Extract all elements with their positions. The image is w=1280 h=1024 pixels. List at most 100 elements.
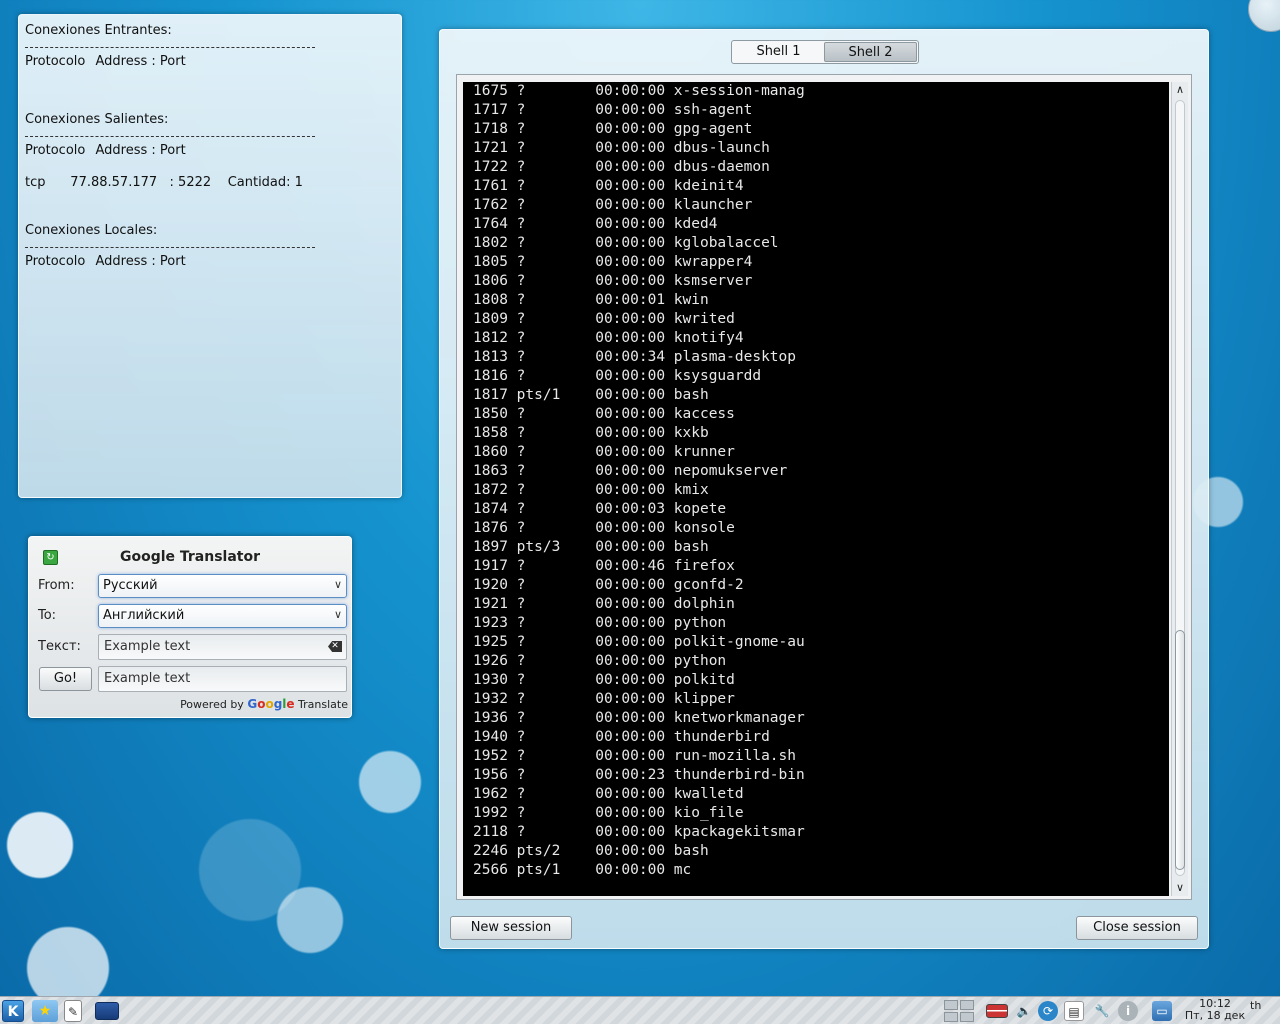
process-line: 1936 ? 00:00:00 knetworkmanager <box>473 710 805 726</box>
chevron-down-icon: ∨ <box>333 578 342 591</box>
kde-menu-button[interactable]: K <box>2 1000 24 1022</box>
connection-protocol: tcp <box>25 175 46 190</box>
process-line: 2246 pts/2 00:00:00 bash <box>473 843 709 859</box>
process-line: 1805 ? 00:00:00 kwrapper4 <box>473 254 753 270</box>
process-line: 1802 ? 00:00:00 kglobalaccel <box>473 235 779 251</box>
network-icon[interactable]: ⟳ <box>1038 1001 1058 1021</box>
taskbar: K ★ ✎ 🔈 ⟳ ▤ 🔧 i ▭ 10:12 Пт, 18 дек th <box>0 996 1280 1024</box>
process-line: 1962 ? 00:00:00 kwalletd <box>473 786 744 802</box>
session-tabs: Shell 1 Shell 2 <box>731 40 919 64</box>
powered-by-google[interactable]: Powered by Google Translate <box>180 697 348 711</box>
text-label: Текст: <box>38 639 81 654</box>
system-monitor-icon[interactable]: ▭ <box>1152 1001 1172 1021</box>
protocol-column: Protocolo <box>25 254 86 269</box>
process-line: 2566 pts/1 00:00:00 mc <box>473 862 692 878</box>
clock-date: Пт, 18 дек <box>1184 1009 1246 1022</box>
tab-shell-2[interactable]: Shell 2 <box>824 42 917 62</box>
volume-icon[interactable]: 🔈 <box>1014 1001 1034 1021</box>
incoming-heading: Conexiones Entrantes: <box>25 23 172 38</box>
translate-label: Translate <box>298 698 348 711</box>
outgoing-columns: Protocolo Address : Port <box>25 141 395 161</box>
terminal-output[interactable]: 1675 ? 00:00:00 x-session-manag 1717 ? 00… <box>463 82 1169 896</box>
close-session-button[interactable]: Close session <box>1076 916 1198 940</box>
process-line: 1762 ? 00:00:00 klauncher <box>473 197 753 213</box>
from-label: From: <box>38 578 75 593</box>
scroll-up-icon[interactable]: ∧ <box>1172 82 1188 98</box>
clock[interactable]: 10:12 Пт, 18 дек <box>1180 998 1250 1022</box>
process-line: 1921 ? 00:00:00 dolphin <box>473 596 735 612</box>
clear-icon[interactable]: ✕ <box>328 641 342 652</box>
text-editor-icon[interactable]: ✎ <box>64 1000 82 1022</box>
local-heading: Conexiones Locales: <box>25 223 158 238</box>
incoming-columns: Protocolo Address : Port <box>25 52 395 72</box>
to-label: To: <box>38 608 57 623</box>
info-icon[interactable]: i <box>1118 1001 1138 1021</box>
process-line: 1721 ? 00:00:00 dbus-launch <box>473 140 770 156</box>
protocol-column: Protocolo <box>25 54 86 69</box>
desktop-pager[interactable] <box>944 1000 974 1022</box>
process-line: 1806 ? 00:00:00 ksmserver <box>473 273 753 289</box>
process-line: 1809 ? 00:00:00 kwrited <box>473 311 735 327</box>
show-desktop-icon[interactable] <box>95 1002 119 1020</box>
go-button[interactable]: Go! <box>39 667 92 691</box>
pager-desktop-4[interactable] <box>960 1012 974 1022</box>
process-line: 1860 ? 00:00:00 krunner <box>473 444 735 460</box>
to-language-select[interactable]: Английский ∨ <box>98 604 347 628</box>
wrench-icon[interactable]: 🔧 <box>1092 1001 1112 1021</box>
process-line: 1816 ? 00:00:00 ksysguardd <box>473 368 762 384</box>
process-line: 1897 pts/3 00:00:00 bash <box>473 539 709 555</box>
process-line: 1923 ? 00:00:00 python <box>473 615 727 631</box>
from-language-select[interactable]: Русский ∨ <box>98 574 347 598</box>
process-line: 1872 ? 00:00:00 kmix <box>473 482 709 498</box>
connection-port: : 5222 <box>169 175 212 190</box>
scroll-down-icon[interactable]: ∨ <box>1172 880 1188 896</box>
terminal-scrollbar[interactable]: ∧ ∨ <box>1171 82 1188 896</box>
process-line: 1930 ? 00:00:00 polkitd <box>473 672 735 688</box>
process-line: 1764 ? 00:00:00 kded4 <box>473 216 718 232</box>
desktop-cashew[interactable] <box>1248 0 1280 32</box>
local-columns: Protocolo Address : Port <box>25 252 395 272</box>
translation-output[interactable]: Example text <box>98 666 347 692</box>
outgoing-heading: Conexiones Salientes: <box>25 112 169 127</box>
process-line: 1722 ? 00:00:00 dbus-daemon <box>473 159 770 175</box>
process-line: 1876 ? 00:00:00 konsole <box>473 520 735 536</box>
source-text-input[interactable]: Example text ✕ <box>98 634 347 660</box>
favorites-star-icon[interactable]: ★ <box>32 1000 58 1022</box>
divider <box>25 136 315 137</box>
connection-address: 77.88.57.177 <box>70 175 158 190</box>
process-line: 1992 ? 00:00:00 kio_file <box>473 805 744 821</box>
process-line: 1952 ? 00:00:00 run-mozilla.sh <box>473 748 797 764</box>
new-session-button[interactable]: New session <box>450 916 572 940</box>
process-line: 1812 ? 00:00:00 knotify4 <box>473 330 744 346</box>
pager-desktop-1[interactable] <box>944 1000 958 1010</box>
widget-title: Google Translator <box>119 549 261 565</box>
pager-desktop-2[interactable] <box>960 1000 974 1010</box>
address-column: Address : Port <box>95 143 186 158</box>
translator-widget: ↻ Google Translator From: Русский ∨ To: … <box>28 536 352 718</box>
connection-row: tcp 77.88.57.177 : 5222 Cantidad: 1 <box>25 173 395 193</box>
shell-widget: Shell 1 Shell 2 1675 ? 00:00:00 x-sessio… <box>439 29 1209 949</box>
clipboard-icon[interactable]: ▤ <box>1064 1001 1084 1021</box>
keyboard-layout-flag-icon[interactable] <box>986 1004 1008 1018</box>
process-line: 1808 ? 00:00:01 kwin <box>473 292 709 308</box>
user-label: th <box>1250 999 1262 1012</box>
process-line: 1717 ? 00:00:00 ssh-agent <box>473 102 753 118</box>
divider <box>25 247 315 248</box>
protocol-column: Protocolo <box>25 143 86 158</box>
address-column: Address : Port <box>95 254 186 269</box>
tab-shell-1[interactable]: Shell 1 <box>733 42 824 62</box>
process-line: 1932 ? 00:00:00 klipper <box>473 691 735 707</box>
source-text-value: Example text <box>104 639 191 654</box>
process-line: 1850 ? 00:00:00 kaccess <box>473 406 735 422</box>
process-line: 1761 ? 00:00:00 kdeinit4 <box>473 178 744 194</box>
to-language-value: Английский <box>103 608 185 623</box>
process-line: 2118 ? 00:00:00 kpackagekitsmar <box>473 824 805 840</box>
process-line: 1817 pts/1 00:00:00 bash <box>473 387 709 403</box>
scroll-thumb[interactable] <box>1175 630 1185 870</box>
pager-desktop-3[interactable] <box>944 1012 958 1022</box>
netstat-widget: Conexiones Entrantes: Protocolo Address … <box>18 14 402 498</box>
process-line: 1718 ? 00:00:00 gpg-agent <box>473 121 753 137</box>
process-line: 1920 ? 00:00:00 gconfd-2 <box>473 577 744 593</box>
process-line: 1675 ? 00:00:00 x-session-manag <box>473 83 805 99</box>
chevron-down-icon: ∨ <box>333 608 342 621</box>
